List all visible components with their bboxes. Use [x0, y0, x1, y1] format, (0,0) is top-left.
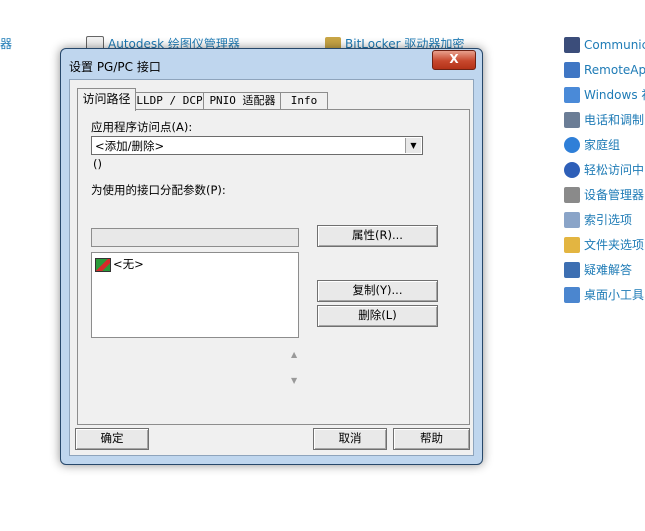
item-label: RemoteAp	[584, 62, 645, 77]
network-adapter-icon	[95, 257, 111, 272]
control-panel-item-windows[interactable]: Windows 衫	[564, 82, 645, 107]
access-point-parens: ()	[93, 157, 102, 171]
control-panel-item-folder-options[interactable]: 文件夹选项	[564, 232, 645, 257]
control-panel-item-communication[interactable]: Communic	[564, 32, 645, 57]
access-point-value: <添加/删除>	[95, 139, 165, 153]
homegroup-icon	[564, 136, 580, 153]
access-path-panel: 应用程序访问点(A): <添加/删除> ▼ () 为使用的接口分配参数(P): …	[77, 109, 470, 425]
ease-of-access-icon	[564, 161, 580, 178]
control-panel-item-troubleshooting[interactable]: 疑难解答	[564, 257, 645, 282]
set-pgpc-interface-dialog: 设置 PG/PC 接口 X 访问路径 LLDP / DCP PNIO 适配器 I…	[60, 48, 483, 465]
control-panel-item-partial[interactable]: 器	[0, 35, 12, 52]
dialog-client-area: 访问路径 LLDP / DCP PNIO 适配器 Info 应用程序访问点(A)…	[69, 79, 474, 456]
interface-item-label: <无>	[113, 257, 144, 271]
interface-param-label: 为使用的接口分配参数(P):	[91, 183, 226, 197]
control-panel-item-device-manager[interactable]: 设备管理器	[564, 182, 645, 207]
control-panel-item-homegroup[interactable]: 家庭组	[564, 132, 645, 157]
comm-settings-icon	[564, 36, 580, 53]
item-label: Windows 衫	[584, 88, 645, 102]
indexing-icon	[564, 211, 580, 228]
item-label: 桌面小工具	[584, 288, 645, 302]
dialog-title: 设置 PG/PC 接口	[69, 60, 161, 74]
item-label: 电话和调制	[584, 113, 645, 127]
windows-icon	[564, 86, 580, 103]
access-point-dropdown[interactable]: <添加/删除> ▼	[91, 136, 423, 155]
item-label: Communic	[584, 37, 645, 52]
control-panel-item-remoteapp[interactable]: RemoteAp	[564, 57, 645, 82]
control-panel-item-ease-of-access[interactable]: 轻松访问中	[564, 157, 645, 182]
tab-access-path[interactable]: 访问路径	[77, 88, 136, 111]
dialog-titlebar[interactable]: 设置 PG/PC 接口 X	[61, 49, 482, 79]
close-button[interactable]: X	[432, 50, 476, 70]
tab-info[interactable]: Info	[280, 92, 328, 110]
item-label: 文件夹选项	[584, 238, 645, 252]
tab-lldp-dcp[interactable]: LLDP / DCP	[134, 92, 205, 110]
access-point-label: 应用程序访问点(A):	[91, 120, 193, 134]
interface-listbox[interactable]: <无>	[91, 252, 299, 338]
item-label: 疑难解答	[584, 263, 633, 277]
item-label: 设备管理器	[584, 188, 645, 202]
delete-button[interactable]: 删除(L)	[317, 305, 438, 327]
item-label: 家庭组	[584, 138, 621, 152]
properties-button[interactable]: 属性(R)...	[317, 225, 438, 247]
scroll-up-icon[interactable]: ▲	[291, 350, 297, 359]
item-label: 索引选项	[584, 213, 633, 227]
item-label: 轻松访问中	[584, 163, 645, 177]
chevron-down-icon[interactable]: ▼	[405, 138, 421, 153]
control-panel-item-indexing[interactable]: 索引选项	[564, 207, 645, 232]
help-button[interactable]: 帮助	[393, 428, 470, 450]
control-panel-item-gadgets[interactable]: 桌面小工具	[564, 282, 645, 307]
copy-button[interactable]: 复制(Y)...	[317, 280, 438, 302]
remoteapp-icon	[564, 61, 580, 78]
phone-modem-icon	[564, 111, 580, 128]
list-item[interactable]: <无>	[95, 256, 144, 272]
interface-param-field[interactable]	[91, 228, 299, 247]
scroll-down-icon[interactable]: ▼	[291, 376, 297, 385]
cancel-button[interactable]: 取消	[313, 428, 387, 450]
folder-options-icon	[564, 236, 580, 253]
gadgets-icon	[564, 286, 580, 303]
control-panel-right-column: Communic RemoteAp Windows 衫 电话和调制 家庭组 轻松…	[564, 32, 645, 307]
tab-pnio-adapter[interactable]: PNIO 适配器	[203, 92, 282, 110]
ok-button[interactable]: 确定	[75, 428, 149, 450]
troubleshoot-icon	[564, 261, 580, 278]
control-panel-item-phone-modem[interactable]: 电话和调制	[564, 107, 645, 132]
device-manager-icon	[564, 186, 580, 203]
